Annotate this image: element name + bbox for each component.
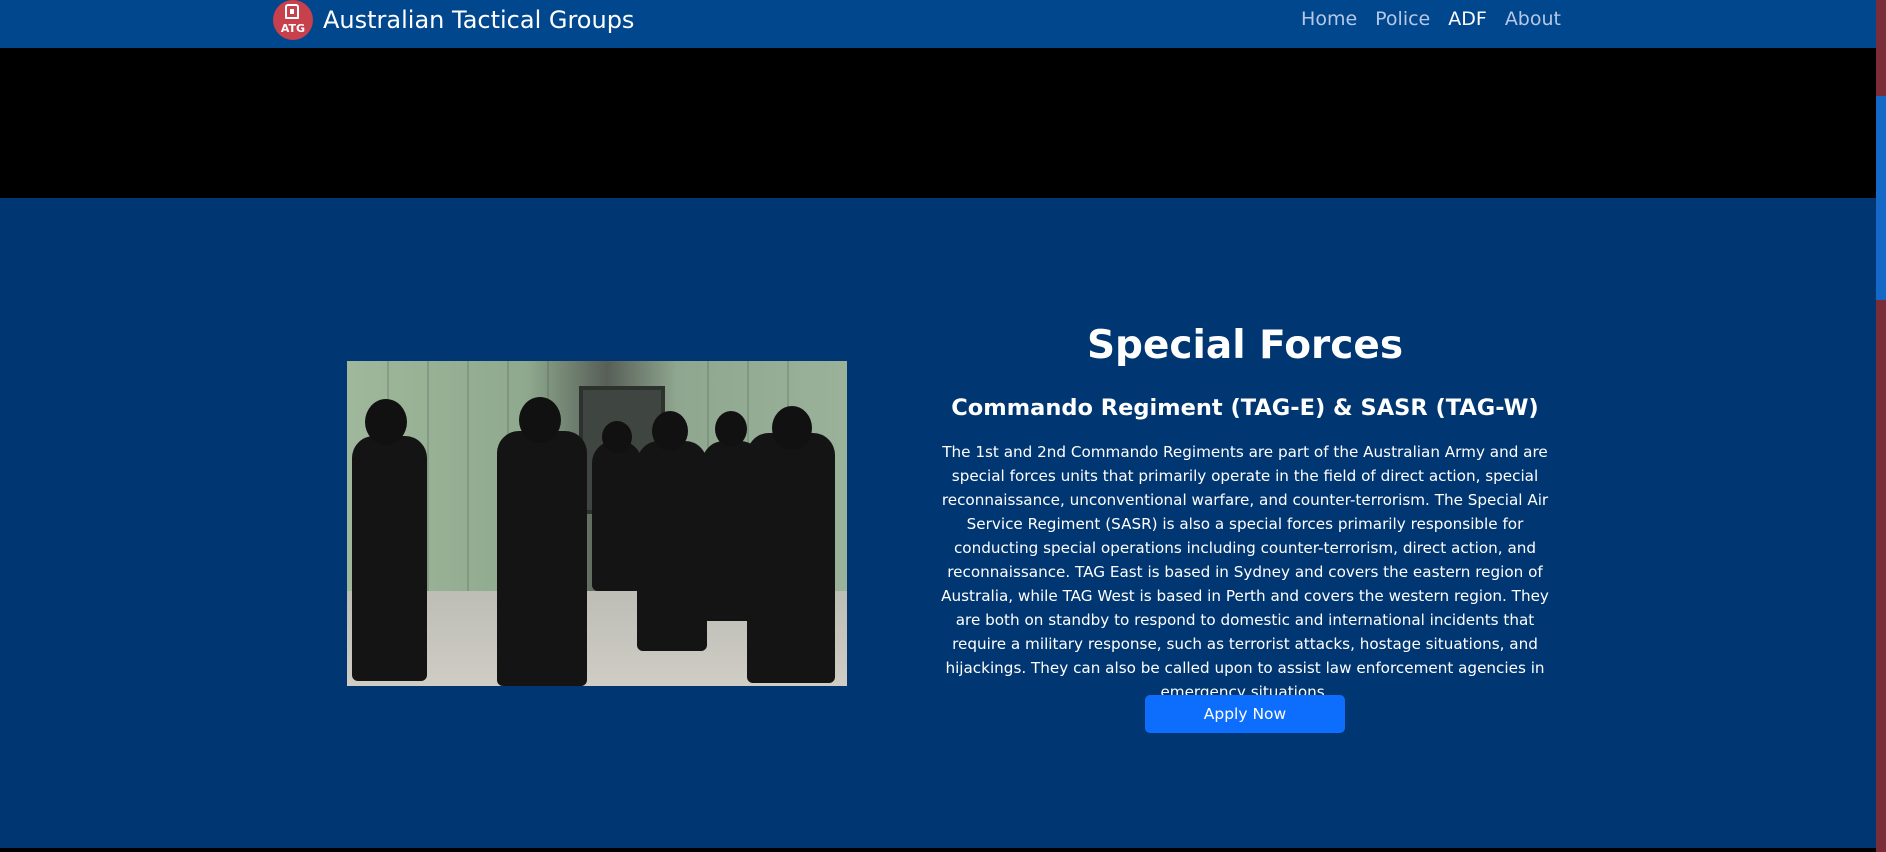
special-forces-photo xyxy=(347,361,847,686)
atg-logo-icon: ATG xyxy=(273,0,313,40)
brand[interactable]: ATG Australian Tactical Groups xyxy=(273,0,634,40)
nav-link-adf[interactable]: ADF xyxy=(1448,8,1487,30)
bottom-edge xyxy=(0,848,1876,852)
nav-link-police[interactable]: Police xyxy=(1375,8,1430,30)
hero-band xyxy=(0,48,1876,198)
special-forces-section: Special Forces Commando Regiment (TAG-E)… xyxy=(0,198,1876,848)
scrollbar-thumb[interactable] xyxy=(1876,96,1886,300)
apply-now-button[interactable]: Apply Now xyxy=(1145,695,1345,733)
section-description: The 1st and 2nd Commando Regiments are p… xyxy=(941,443,1549,701)
nav-link-home[interactable]: Home xyxy=(1301,8,1357,30)
logo-abbr: ATG xyxy=(280,22,306,35)
nav-link-about[interactable]: About xyxy=(1505,8,1561,30)
section-subtitle: Commando Regiment (TAG-E) & SASR (TAG-W) xyxy=(951,395,1539,421)
section-title: Special Forces xyxy=(1086,323,1404,368)
brand-name[interactable]: Australian Tactical Groups xyxy=(323,6,634,34)
navbar: ATG Australian Tactical Groups Home Poli… xyxy=(0,0,1876,48)
nav-links: Home Police ADF About xyxy=(1283,0,1561,37)
